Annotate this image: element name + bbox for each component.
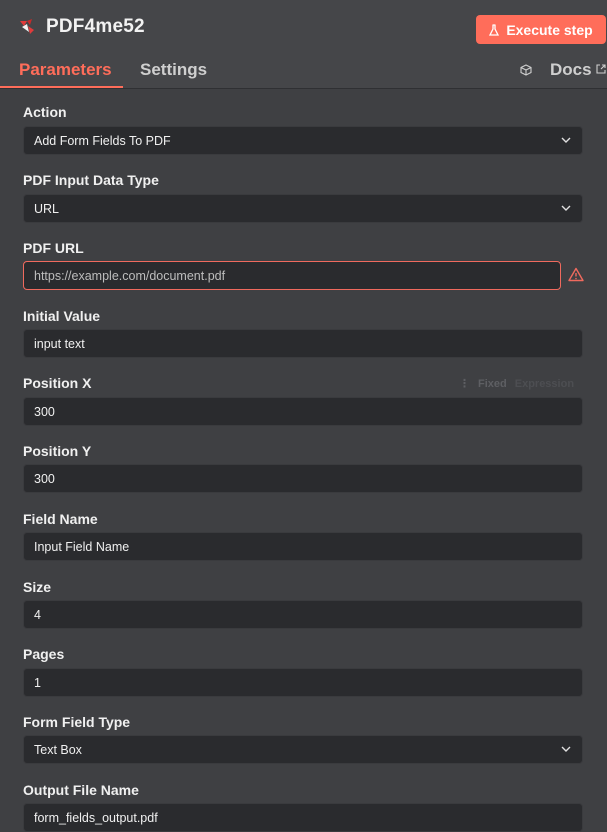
docs-link[interactable]: Docs — [550, 60, 592, 80]
pdf-url-input[interactable]: https://example.com/document.pdf — [23, 261, 561, 290]
pages-value: 1 — [34, 675, 41, 690]
pdf-url-label: PDF URL — [23, 240, 84, 256]
initial-value-label: Initial Value — [23, 308, 101, 324]
execute-step-button[interactable]: Execute step — [476, 15, 606, 44]
action-select[interactable]: Add Form Fields To PDF — [23, 126, 583, 155]
field-name-value: Input Field Name — [34, 539, 130, 554]
position-y-value: 300 — [34, 471, 55, 486]
initial-value-value: input text — [34, 336, 85, 351]
node-header: PDF4me52 Execute step Parameters Setting… — [0, 0, 607, 88]
parameters-panel: Action Add Form Fields To PDF PDF Input … — [0, 89, 607, 832]
tab-parameters[interactable]: Parameters — [19, 60, 112, 80]
output-file-name-label: Output File Name — [23, 782, 139, 798]
form-field-type-value: Text Box — [34, 742, 82, 757]
fixed-expression-toggle[interactable]: ⋮ Fixed Expression — [459, 377, 574, 391]
size-label: Size — [23, 579, 52, 595]
tab-settings[interactable]: Settings — [140, 60, 207, 80]
action-value: Add Form Fields To PDF — [34, 133, 171, 148]
node-title: PDF4me52 — [46, 16, 145, 37]
position-x-input[interactable]: 300 — [23, 397, 583, 426]
position-y-label: Position Y — [23, 443, 92, 459]
flask-icon — [489, 23, 500, 36]
output-file-name-value: form_fields_output.pdf — [34, 810, 158, 825]
initial-value-input[interactable]: input text — [23, 329, 583, 358]
pages-label: Pages — [23, 646, 65, 662]
cube-icon[interactable] — [520, 64, 532, 76]
action-label: Action — [23, 104, 67, 120]
external-link-icon — [596, 64, 606, 74]
size-input[interactable]: 4 — [23, 600, 583, 629]
output-file-name-input[interactable]: form_fields_output.pdf — [23, 803, 583, 832]
pdf-input-data-type-value: URL — [34, 201, 60, 216]
position-y-input[interactable]: 300 — [23, 464, 583, 493]
pdf4me-logo-icon — [20, 19, 34, 34]
pdf-input-data-type-select[interactable]: URL — [23, 194, 583, 223]
form-field-type-label: Form Field Type — [23, 714, 131, 730]
form-field-type-select[interactable]: Text Box — [23, 735, 583, 764]
drag-handle-icon: ⋮ — [459, 378, 470, 390]
position-x-label: Position X — [23, 375, 92, 391]
pdf-url-value: https://example.com/document.pdf — [34, 268, 226, 283]
pdf-input-data-type-label: PDF Input Data Type — [23, 172, 159, 188]
size-value: 4 — [34, 607, 41, 622]
field-name-input[interactable]: Input Field Name — [23, 532, 583, 561]
warning-icon — [568, 267, 584, 282]
field-name-label: Field Name — [23, 511, 98, 527]
pages-input[interactable]: 1 — [23, 668, 583, 697]
chevron-down-icon — [561, 137, 571, 143]
chevron-down-icon — [561, 205, 571, 211]
position-x-value: 300 — [34, 404, 55, 419]
execute-step-label: Execute step — [506, 21, 593, 38]
toggle-fixed[interactable]: Fixed — [478, 378, 507, 390]
chevron-down-icon — [561, 746, 571, 752]
toggle-expression[interactable]: Expression — [515, 378, 574, 390]
